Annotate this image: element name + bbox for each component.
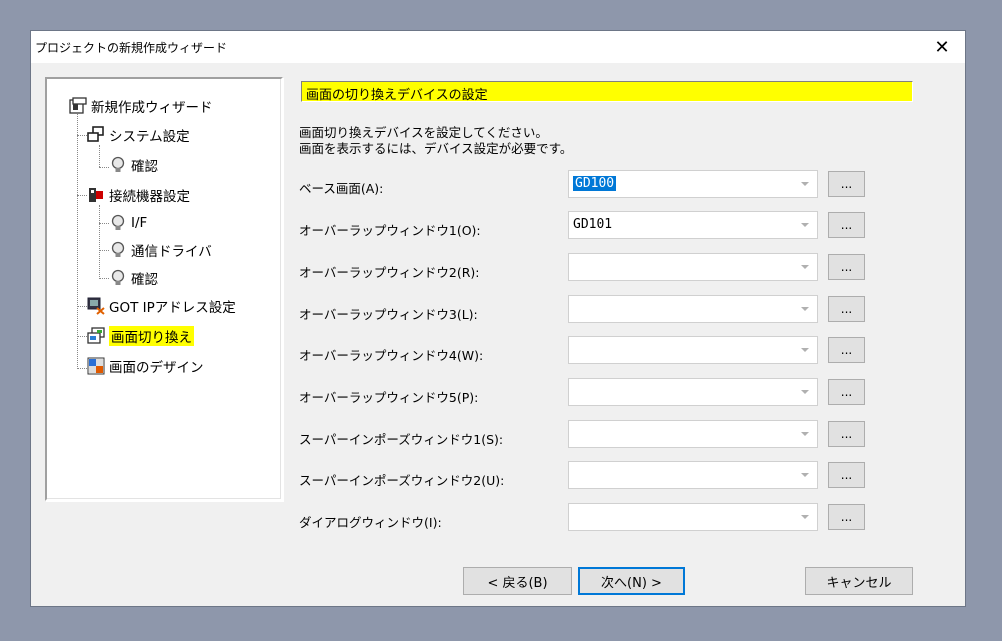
lightbulb-icon: [109, 156, 127, 174]
chevron-down-icon: [801, 348, 809, 352]
network-icon: [87, 297, 105, 315]
overlap-window-3-browse-button[interactable]: ...: [828, 296, 865, 322]
screen-switch-icon: [87, 327, 105, 345]
system-settings-icon: [87, 126, 105, 144]
tree-item-screen-design[interactable]: 画面のデザイン: [87, 355, 204, 377]
superimpose-window-2-label: スーパーインポーズウィンドウ2(U):: [299, 473, 505, 488]
chevron-down-icon: [801, 182, 809, 186]
selected-step-label: 画面切り換え: [109, 326, 194, 346]
overlap-window-5-label: オーバーラップウィンドウ5(P):: [299, 390, 479, 405]
section-header: 画面の切り換えデバイスの設定: [301, 81, 913, 103]
wizard-icon: [69, 97, 87, 115]
tree-item-got-ip[interactable]: GOT IPアドレス設定: [87, 295, 236, 317]
chevron-down-icon: [801, 223, 809, 227]
chevron-down-icon: [801, 432, 809, 436]
tree-item-screen-switch[interactable]: 画面切り換え: [87, 325, 194, 347]
overlap-window-3-combo[interactable]: [568, 295, 818, 323]
overlap-window-3-label: オーバーラップウィンドウ3(L):: [299, 307, 478, 322]
base-screen-label: ベース画面(A):: [299, 181, 384, 196]
overlap-window-4-combo[interactable]: [568, 336, 818, 364]
dialog-window-combo[interactable]: [568, 503, 818, 531]
base-screen-browse-button[interactable]: ...: [828, 171, 865, 197]
tree-item-system-settings[interactable]: システム設定: [87, 124, 190, 146]
overlap-window-5-browse-button[interactable]: ...: [828, 379, 865, 405]
dialog-window-browse-button[interactable]: ...: [828, 504, 865, 530]
wizard-dialog: プロジェクトの新規作成ウィザード ✕ 新規作成ウィザード システム設定 確認 接…: [30, 30, 966, 607]
chevron-down-icon: [801, 265, 809, 269]
lightbulb-icon: [109, 241, 127, 259]
dialog-window-label: ダイアログウィンドウ(I):: [299, 515, 442, 530]
tree-item-driver[interactable]: 通信ドライバ: [109, 239, 212, 261]
close-button[interactable]: ✕: [919, 31, 965, 63]
overlap-window-4-browse-button[interactable]: ...: [828, 337, 865, 363]
superimpose-window-1-combo[interactable]: [568, 420, 818, 448]
chevron-down-icon: [801, 390, 809, 394]
chevron-down-icon: [801, 473, 809, 477]
tree-item-system-confirm[interactable]: 確認: [109, 154, 158, 176]
lightbulb-icon: [109, 214, 127, 232]
superimpose-window-2-browse-button[interactable]: ...: [828, 462, 865, 488]
title-bar: プロジェクトの新規作成ウィザード ✕: [31, 31, 965, 63]
next-button[interactable]: 次へ(N) >: [578, 567, 685, 595]
base-screen-value: GD100: [573, 176, 617, 191]
section-title: 画面の切り換えデバイスの設定: [306, 88, 488, 103]
overlap-window-2-browse-button[interactable]: ...: [828, 254, 865, 280]
screen-design-icon: [87, 357, 105, 375]
wizard-step-tree: 新規作成ウィザード システム設定 確認 接続機器設定 I/F 通信ドライバ 確認…: [45, 77, 283, 501]
base-screen-combo[interactable]: GD100: [568, 170, 818, 198]
window-title: プロジェクトの新規作成ウィザード: [35, 41, 228, 55]
tree-item-device-confirm[interactable]: 確認: [109, 267, 158, 289]
overlap-window-2-label: オーバーラップウィンドウ2(R):: [299, 265, 480, 280]
close-icon: ✕: [934, 36, 950, 58]
superimpose-window-1-label: スーパーインポーズウィンドウ1(S):: [299, 432, 504, 447]
overlap-window-4-label: オーバーラップウィンドウ4(W):: [299, 348, 484, 363]
overlap-window-2-combo[interactable]: [568, 253, 818, 281]
chevron-down-icon: [801, 515, 809, 519]
cancel-button[interactable]: キャンセル: [805, 567, 913, 595]
tree-item-if[interactable]: I/F: [109, 212, 147, 234]
tree-item-new-wizard[interactable]: 新規作成ウィザード: [69, 95, 213, 117]
overlap-window-1-value: GD101: [573, 217, 613, 232]
superimpose-window-1-browse-button[interactable]: ...: [828, 421, 865, 447]
chevron-down-icon: [801, 307, 809, 311]
superimpose-window-2-combo[interactable]: [568, 461, 818, 489]
overlap-window-1-browse-button[interactable]: ...: [828, 212, 865, 238]
overlap-window-1-label: オーバーラップウィンドウ1(O):: [299, 223, 481, 238]
overlap-window-1-combo[interactable]: GD101: [568, 211, 818, 239]
description-line-2: 画面を表示するには、デバイス設定が必要です。: [299, 141, 573, 156]
back-button[interactable]: < 戻る(B): [463, 567, 572, 595]
overlap-window-5-combo[interactable]: [568, 378, 818, 406]
tree-item-connected-device[interactable]: 接続機器設定: [87, 184, 190, 206]
connected-device-icon: [87, 186, 105, 204]
lightbulb-icon: [109, 269, 127, 287]
